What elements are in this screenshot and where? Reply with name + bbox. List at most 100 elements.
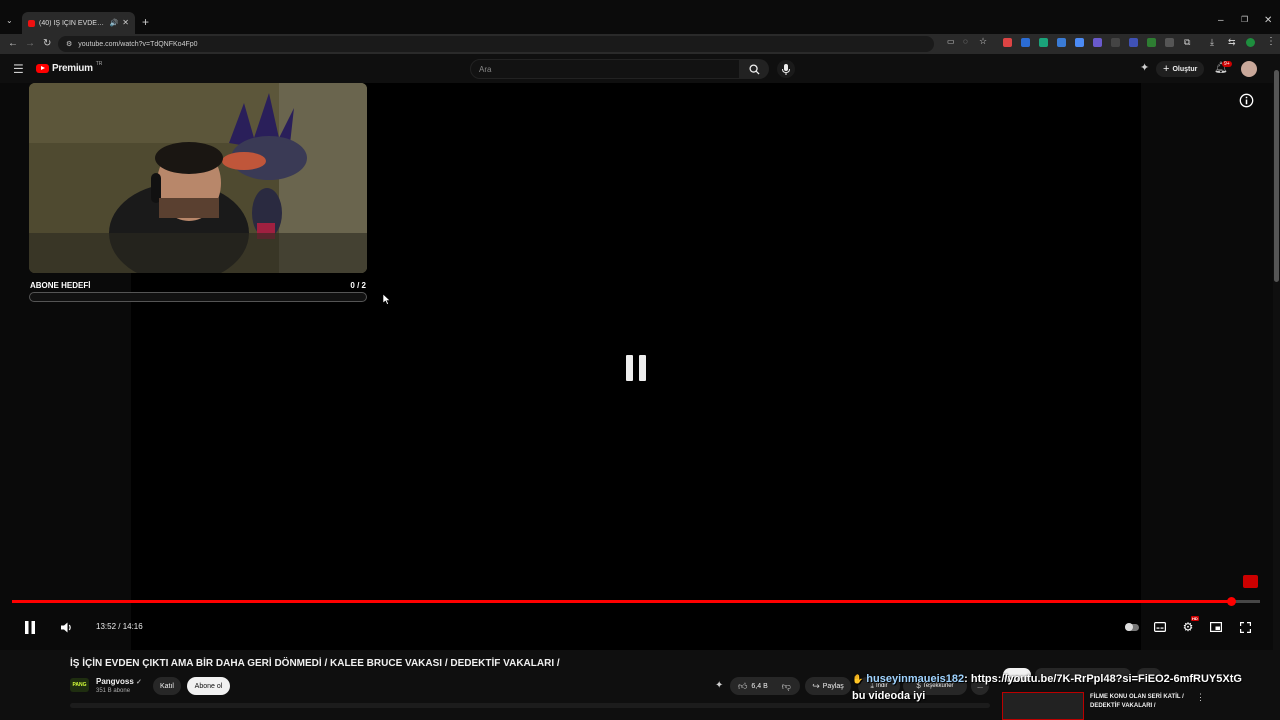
miniplayer-button[interactable] (1208, 619, 1224, 635)
reload-icon[interactable]: ↻ (43, 39, 51, 49)
channel-name-text: Pangvoss (96, 677, 134, 686)
extension-icon[interactable] (1039, 38, 1048, 47)
subtitles-button[interactable] (1152, 619, 1168, 635)
extensions-puzzle-icon[interactable]: ⧉ (1184, 38, 1190, 47)
plus-icon: + (1163, 63, 1170, 75)
tab-search-icon[interactable]: ⌄ (6, 17, 13, 25)
translate-icon[interactable]: ⇆ (1228, 38, 1236, 47)
search-input[interactable]: Ara (470, 59, 740, 79)
video-progress-bar[interactable] (12, 600, 1260, 603)
scrollbar-thumb[interactable] (1274, 70, 1279, 282)
pause-button[interactable] (22, 619, 38, 635)
extension-icon[interactable] (1003, 38, 1012, 47)
thumbs-down-icon[interactable]: 👎︎ (782, 681, 791, 691)
pangvoss-extension-icon[interactable]: ✦ (1140, 63, 1149, 74)
video-scrubber-handle[interactable] (1226, 597, 1236, 606)
forward-icon[interactable]: → (25, 39, 35, 49)
thumbs-up-icon: 👍︎ (738, 680, 748, 691)
voice-search-button[interactable] (777, 60, 795, 78)
channel-name[interactable]: Pangvoss ✓ (96, 677, 142, 686)
bookmark-star-icon[interactable]: ☆ (979, 37, 987, 46)
subtitles-icon (1154, 622, 1166, 632)
address-bar[interactable]: ⚙ youtube.com/watch?v=TdQNFKo4Fp0 (58, 36, 934, 52)
download-icon[interactable]: ⤓ (1210, 38, 1214, 47)
notification-badge: 9+ (1222, 61, 1232, 67)
extension-icon[interactable] (1093, 38, 1102, 47)
cast-icon[interactable]: ▭ (947, 38, 955, 46)
autoplay-toggle[interactable] (1124, 619, 1140, 635)
hd-badge: HD (1191, 616, 1199, 621)
chat-message-line1: : https://youtu.be/7K-RrPpl48?si=FiEO2-6… (964, 673, 1242, 685)
info-icon[interactable] (1239, 93, 1254, 108)
subscriber-count: 351 B abone (96, 688, 131, 694)
extension-icon[interactable] (1021, 38, 1030, 47)
extension-icon[interactable] (1075, 38, 1084, 47)
extension-icon[interactable] (1165, 38, 1174, 47)
create-button[interactable]: + Oluştur (1156, 61, 1205, 77)
extension-icon[interactable] (1129, 38, 1138, 47)
goal-count: 0 / 2 (350, 281, 366, 290)
create-label: Oluştur (1172, 65, 1198, 73)
recommended-video-thumbnail[interactable] (1002, 692, 1084, 720)
youtube-logo[interactable]: Premium TR (36, 60, 103, 74)
join-label: Katıl (159, 682, 174, 690)
search-icon (748, 63, 760, 75)
recommendation-menu-icon[interactable]: ⋮ (1196, 693, 1205, 702)
center-pause-indicator-icon[interactable] (626, 355, 648, 381)
microphone-icon (782, 63, 790, 75)
share-label: Paylaş (822, 682, 844, 690)
browser-tab-strip: ⌄ (40) İŞ İÇİN EVDEN ÇIKTI A 🔊 ✕ + – ❐ ✕ (0, 0, 1280, 34)
extension-icon[interactable] (1057, 38, 1066, 47)
channel-watermark-icon[interactable] (1243, 575, 1258, 588)
site-info-icon[interactable]: ⚙ (66, 41, 72, 48)
tab-close-icon[interactable]: ✕ (122, 19, 129, 27)
join-button[interactable]: Katıl (153, 677, 181, 695)
pause-icon (25, 620, 35, 634)
volume-icon (61, 622, 71, 632)
browser-tab[interactable]: (40) İŞ İÇİN EVDEN ÇIKTI A 🔊 ✕ (22, 12, 135, 34)
browser-menu-icon[interactable]: ⋮ (1266, 37, 1276, 47)
profile-avatar-icon[interactable] (1246, 38, 1255, 47)
settings-button[interactable]: ⚙ (1180, 619, 1196, 635)
back-icon[interactable]: ← (8, 39, 18, 49)
miniplayer-icon (1210, 622, 1222, 632)
channel-avatar[interactable]: PANG (70, 678, 89, 692)
like-dislike-group: 👍︎ 6,4 B 👎︎ (730, 677, 800, 695)
webcam-overlay (29, 83, 367, 273)
extension-action-icon[interactable]: ✦ (715, 681, 723, 691)
youtube-logo-icon (36, 64, 49, 73)
fullscreen-button[interactable] (1237, 619, 1253, 635)
streamer-webcam-image (29, 83, 367, 273)
hand-emoji-icon: ✋ (852, 674, 864, 684)
verified-icon: ✓ (136, 679, 142, 686)
speaker-icon: 🔊 (109, 19, 119, 27)
hamburger-menu-icon[interactable]: ☰ (13, 63, 24, 75)
description-box[interactable] (70, 703, 990, 708)
new-tab-icon[interactable]: + (142, 16, 149, 28)
account-avatar[interactable] (1241, 61, 1257, 77)
eye-off-icon[interactable]: ◌ (963, 38, 968, 46)
share-button[interactable]: ↪ Paylaş (805, 677, 851, 695)
like-button[interactable]: 👍︎ 6,4 B (738, 680, 768, 691)
recommended-video-title[interactable]: FİLME KONU OLAN SERİ KATİL / DEDEKTİF VA… (1090, 693, 1200, 711)
subscribe-button[interactable]: Abone ol (187, 677, 230, 695)
search-button[interactable] (739, 59, 769, 79)
subscribe-label: Abone ol (194, 682, 223, 690)
extension-icon[interactable] (1111, 38, 1120, 47)
window-close-icon[interactable]: ✕ (1264, 16, 1272, 26)
toggle-track (1125, 622, 1139, 631)
goal-label: ABONE HEDEFİ (30, 281, 91, 290)
youtube-favicon-icon (28, 19, 35, 27)
tab-title: (40) İŞ İÇİN EVDEN ÇIKTI A (39, 19, 106, 27)
minimize-icon[interactable]: – (1218, 16, 1224, 26)
chat-username: huseyinmaueis182 (866, 673, 965, 685)
logo-text: Premium (52, 63, 93, 74)
extension-icon[interactable] (1147, 38, 1156, 47)
volume-button[interactable] (59, 619, 75, 635)
logo-country: TR (95, 60, 103, 67)
restore-icon[interactable]: ❐ (1241, 16, 1248, 24)
video-progress-fill (12, 600, 1232, 603)
goal-progress-bar (29, 292, 367, 302)
like-count: 6,4 B (751, 682, 768, 690)
time-display: 13:52 / 14:16 (96, 622, 143, 631)
